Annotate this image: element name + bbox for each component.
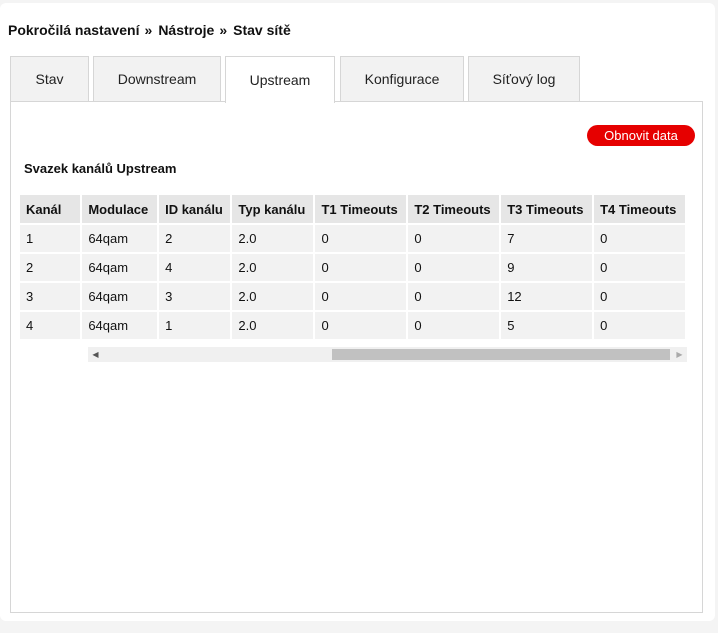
table-cell: 0 <box>408 281 500 310</box>
tab-label: Upstream <box>249 72 311 88</box>
tab-label: Stav <box>35 71 64 87</box>
column-header: T3 Timeouts <box>501 195 593 223</box>
breadcrumb-item-tools[interactable]: Nástroje <box>158 22 214 38</box>
table-cell: 4 <box>20 310 81 339</box>
tab-downstream[interactable]: Downstream <box>93 56 221 101</box>
column-header: T1 Timeouts <box>315 195 407 223</box>
table-scroll-container: Kanál Modulace ID kanálu Typ kanálu T1 T… <box>20 195 687 339</box>
breadcrumb-item-advanced[interactable]: Pokročilá nastavení <box>8 22 140 38</box>
table-cell: 0 <box>315 310 407 339</box>
chevron-left-icon[interactable]: ◀ <box>88 347 103 362</box>
table-cell: 2 <box>159 223 231 252</box>
table-cell: 0 <box>315 252 407 281</box>
table-cell: 7 <box>501 223 593 252</box>
tab-konfigurace[interactable]: Konfigurace <box>340 56 464 101</box>
table-cell: 9 <box>501 252 593 281</box>
table-cell: 0 <box>594 281 685 310</box>
table-cell: 2.0 <box>232 223 314 252</box>
table-cell: 2 <box>20 252 81 281</box>
table-cell: 0 <box>315 281 407 310</box>
table-cell: 3 <box>159 281 231 310</box>
table-cell: 4 <box>159 252 231 281</box>
table-cell: 0 <box>594 252 685 281</box>
table-cell: 1 <box>159 310 231 339</box>
breadcrumb-separator: » <box>144 22 153 38</box>
column-header: ID kanálu <box>159 195 231 223</box>
tab-network-log[interactable]: Síťový log <box>468 56 580 101</box>
horizontal-scrollbar[interactable]: ◀ ▶ <box>88 347 687 362</box>
section-title: Svazek kanálů Upstream <box>24 161 177 176</box>
table-row: 2 64qam 4 2.0 0 0 9 0 <box>20 252 685 281</box>
table-row: 1 64qam 2 2.0 0 0 7 0 <box>20 223 685 252</box>
table-cell: 0 <box>408 310 500 339</box>
table-cell: 0 <box>408 252 500 281</box>
table-cell: 64qam <box>82 310 158 339</box>
table-row: 4 64qam 1 2.0 0 0 5 0 <box>20 310 685 339</box>
scrollbar-thumb[interactable] <box>332 349 670 360</box>
table-cell: 64qam <box>82 252 158 281</box>
table-cell: 2.0 <box>232 281 314 310</box>
table-cell: 2.0 <box>232 310 314 339</box>
table-cell: 5 <box>501 310 593 339</box>
table-cell: 0 <box>408 223 500 252</box>
breadcrumb-item-network-status: Stav sítě <box>233 22 291 38</box>
tab-stav[interactable]: Stav <box>10 56 89 101</box>
table-row: 3 64qam 3 2.0 0 0 12 0 <box>20 281 685 310</box>
table-cell: 0 <box>315 223 407 252</box>
refresh-data-button[interactable]: Obnovit data <box>587 125 695 146</box>
table-cell: 0 <box>594 223 685 252</box>
table-cell: 64qam <box>82 223 158 252</box>
column-header: Typ kanálu <box>232 195 314 223</box>
table-cell: 12 <box>501 281 593 310</box>
tab-upstream[interactable]: Upstream <box>225 56 335 103</box>
column-header: T4 Timeouts <box>594 195 685 223</box>
table-cell: 3 <box>20 281 81 310</box>
table-header-row: Kanál Modulace ID kanálu Typ kanálu T1 T… <box>20 195 685 223</box>
table-cell: 0 <box>594 310 685 339</box>
table-cell: 1 <box>20 223 81 252</box>
upstream-channels-table: Kanál Modulace ID kanálu Typ kanálu T1 T… <box>20 195 687 339</box>
column-header: T2 Timeouts <box>408 195 500 223</box>
tab-label: Downstream <box>117 71 197 87</box>
breadcrumb: Pokročilá nastavení» Nástroje» Stav sítě <box>8 22 291 38</box>
tab-label: Konfigurace <box>364 71 440 87</box>
table-cell: 2.0 <box>232 252 314 281</box>
chevron-right-icon[interactable]: ▶ <box>672 347 687 362</box>
table-cell: 64qam <box>82 281 158 310</box>
tab-label: Síťový log <box>492 71 556 87</box>
column-header: Modulace <box>82 195 158 223</box>
breadcrumb-separator: » <box>219 22 228 38</box>
column-header: Kanál <box>20 195 81 223</box>
